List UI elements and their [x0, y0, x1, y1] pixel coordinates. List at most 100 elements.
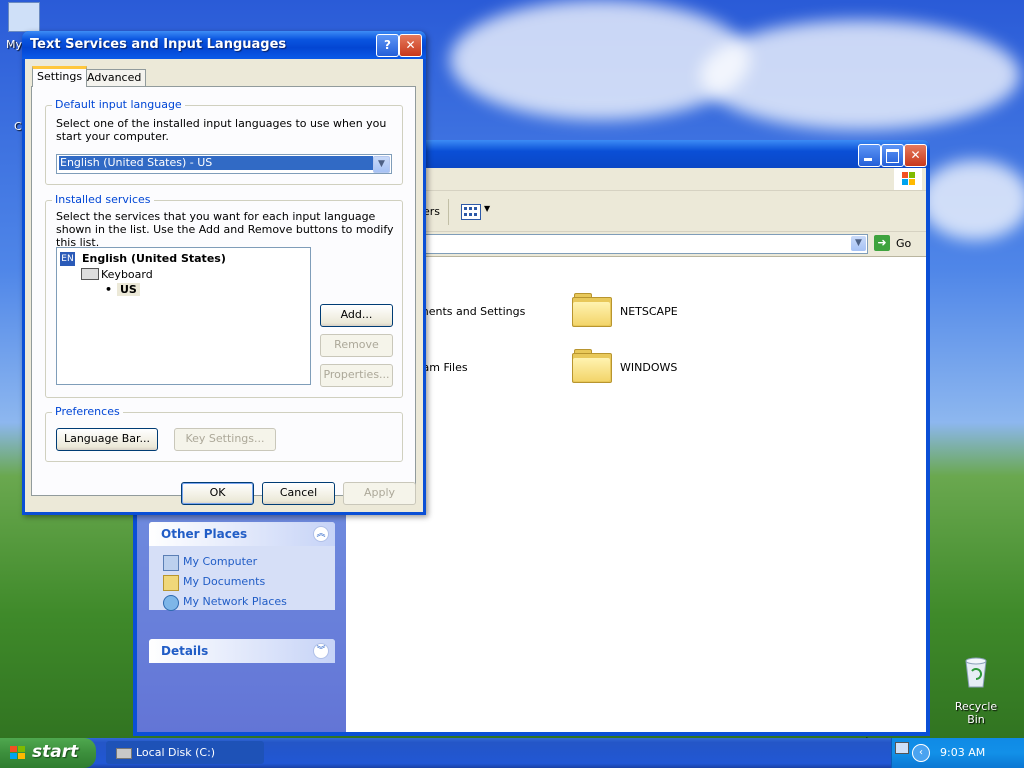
key-settings-button[interactable]: Key Settings... [174, 428, 276, 451]
minimize-icon [864, 158, 872, 161]
panel-title: Details [161, 644, 209, 658]
tree-item-language[interactable]: EN English (United States) [60, 251, 226, 267]
maximize-icon [886, 149, 899, 163]
tree-layout-label: US [117, 283, 140, 296]
folder-icon [572, 293, 612, 327]
place-label: My Computer [183, 555, 258, 568]
windows-logo-icon [894, 168, 922, 190]
dropdown-arrow-icon: ▼ [484, 204, 491, 213]
close-icon: ✕ [405, 38, 416, 52]
system-tray: ‹ 9:03 AM [891, 738, 1024, 768]
tab-label: Advanced [87, 71, 142, 84]
go-label: Go [896, 237, 912, 250]
other-places-panel: Other Places ︽ My Computer My Documents … [149, 522, 335, 612]
tree-language-label: English (United States) [82, 252, 226, 265]
tree-category-label: Keyboard [101, 268, 153, 281]
desktop-icon-recycle-bin[interactable]: Recycle Bin [946, 655, 1006, 726]
place-my-documents[interactable]: My Documents [149, 572, 335, 592]
desktop-icon-label: Recycle Bin [954, 700, 998, 726]
text-services-dialog: Text Services and Input Languages ? ✕ Se… [22, 31, 426, 515]
place-label: My Documents [183, 575, 266, 588]
network-tray-icon[interactable] [895, 742, 909, 754]
bullet-icon: • [105, 283, 113, 296]
wallpaper-cloud [920, 160, 1024, 240]
network-globe-icon [163, 595, 179, 611]
help-button[interactable]: ? [376, 34, 399, 57]
show-hidden-icons-button[interactable]: ‹ [912, 744, 930, 762]
clock[interactable]: 9:03 AM [940, 746, 985, 759]
file-item-label[interactable]: ments and Settings [418, 305, 525, 318]
minimize-button[interactable] [858, 144, 881, 167]
close-icon: ✕ [910, 148, 921, 162]
details-panel: Details ︾ [149, 639, 335, 663]
dialog-titlebar[interactable]: Text Services and Input Languages ? ✕ [22, 31, 426, 59]
place-my-network-places[interactable]: My Network Places [149, 592, 335, 612]
preferences-group: Preferences Language Bar... Key Settings… [45, 405, 403, 462]
tab-advanced[interactable]: Advanced [82, 69, 147, 87]
dialog-body: Settings Advanced Default input language… [25, 59, 423, 512]
group-description: Select the services that you want for ea… [56, 210, 394, 249]
my-computer-icon [163, 555, 179, 571]
default-language-select[interactable]: English (United States) - US ▼ [56, 154, 392, 174]
keyboard-icon [81, 268, 99, 280]
wallpaper-cloud [700, 20, 1020, 130]
tab-settings[interactable]: Settings [32, 66, 88, 87]
collapse-chevron-icon[interactable]: ︽ [313, 526, 329, 542]
file-item-label: NETSCAPE [620, 305, 678, 318]
folder-icon [572, 349, 612, 383]
remove-button[interactable]: Remove [320, 334, 393, 357]
close-button[interactable]: ✕ [904, 144, 927, 167]
expand-chevron-icon[interactable]: ︾ [313, 643, 329, 659]
other-places-header[interactable]: Other Places ︽ [149, 522, 335, 546]
go-button[interactable]: ➜ Go [874, 234, 918, 252]
file-item-windows[interactable]: WINDOWS [572, 349, 722, 389]
ok-button[interactable]: OK [181, 482, 254, 505]
cancel-button[interactable]: Cancel [262, 482, 335, 505]
task-local-disk[interactable]: Local Disk (C:) [106, 741, 264, 764]
group-description: Select one of the installed input langua… [56, 117, 387, 143]
language-bar-button[interactable]: Language Bar... [56, 428, 158, 451]
apply-button[interactable]: Apply [343, 482, 416, 505]
question-mark-icon: ? [384, 38, 391, 52]
dialog-title: Text Services and Input Languages [30, 37, 287, 52]
computer-icon [8, 2, 40, 32]
address-dropdown-button[interactable]: ▼ [851, 236, 866, 251]
services-tree[interactable]: EN English (United States) Keyboard • US [56, 247, 311, 385]
tab-label: Settings [37, 70, 83, 83]
place-label: My Network Places [183, 595, 287, 608]
file-list: ments and Settings NETSCAPE ram Files WI… [346, 257, 926, 758]
properties-button[interactable]: Properties... [320, 364, 393, 387]
views-icon [461, 204, 481, 220]
dropdown-arrow-icon[interactable]: ▼ [373, 156, 390, 173]
start-label: start [32, 742, 79, 762]
add-button[interactable]: Add... [320, 304, 393, 327]
my-documents-icon [163, 575, 179, 591]
taskbar: start Local Disk (C:) ? ‹ 9:03 AM [0, 738, 1024, 768]
group-label: Default input language [52, 98, 185, 111]
details-header[interactable]: Details ︾ [149, 639, 335, 663]
desktop-icon-my-documents[interactable]: My [4, 2, 44, 51]
start-button[interactable]: start [0, 738, 96, 768]
recycle-bin-icon [965, 657, 987, 688]
task-label: Local Disk (C:) [136, 746, 216, 759]
go-arrow-icon: ➜ [874, 235, 890, 251]
selected-language: English (United States) - US [59, 156, 373, 170]
file-item-label: WINDOWS [620, 361, 678, 374]
desktop-icon-label: C [14, 120, 22, 133]
installed-services-group: Installed services Select the services t… [45, 193, 403, 398]
place-my-computer[interactable]: My Computer [149, 552, 335, 572]
tree-item-keyboard[interactable]: Keyboard [81, 267, 153, 283]
drive-icon [116, 748, 132, 759]
language-badge-icon: EN [60, 252, 75, 266]
maximize-button[interactable] [881, 144, 904, 167]
group-label: Installed services [52, 193, 154, 206]
file-item-netscape[interactable]: NETSCAPE [572, 293, 722, 333]
desktop-icon-partial[interactable]: C [14, 120, 22, 133]
desktop-icon-label: My [6, 38, 23, 51]
views-button[interactable]: ▼ [459, 201, 495, 223]
settings-tab-page: Default input language Select one of the… [31, 86, 416, 496]
toolbar-separator [448, 199, 449, 225]
dialog-close-button[interactable]: ✕ [399, 34, 422, 57]
default-input-group: Default input language Select one of the… [45, 98, 403, 185]
group-label: Preferences [52, 405, 123, 418]
